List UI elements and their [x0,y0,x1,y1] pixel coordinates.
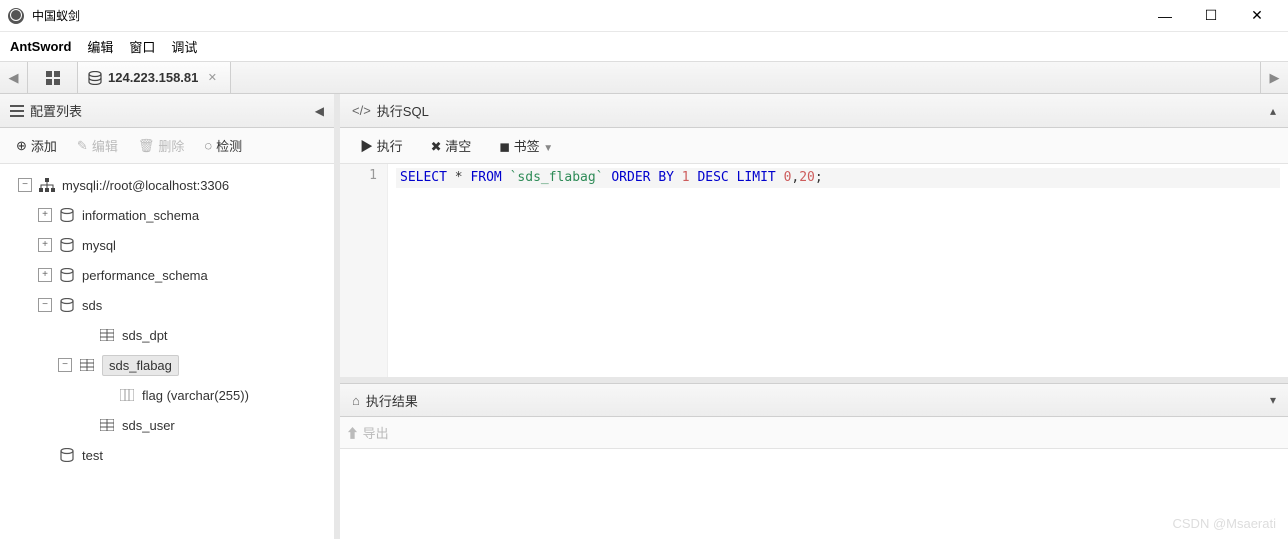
sql-panel-title: 执行SQL [377,101,1264,120]
database-icon [58,208,76,222]
menu-window[interactable]: 窗口 [129,37,155,56]
tree-db[interactable]: − sds [0,290,334,320]
grid-icon [46,71,60,85]
toggle-icon[interactable]: + [38,238,52,252]
toggle-icon[interactable]: − [58,358,72,372]
tree-node-label: mysqli://root@localhost:3306 [62,178,229,193]
tree-node-label: flag (varchar(255)) [142,388,249,403]
detect-button[interactable]: ◌检测 [194,128,252,163]
tree-db[interactable]: + mysql [0,230,334,260]
tree-node-label: sds_flabag [102,355,179,376]
app-icon [8,8,24,24]
titlebar: 中国蚁剑 — ☐ ✕ [0,0,1288,32]
chevron-down-icon: ▼ [543,143,553,154]
tab-label: 124.223.158.81 [108,70,198,85]
tab-nav-left[interactable]: ◀ [0,62,28,93]
bookmark-button[interactable]: ◼ 书签 ▼ [485,136,567,155]
tree-node-label: test [82,448,103,463]
sql-panel-header: </> 执行SQL ▴ [340,94,1288,128]
tree-node-label: performance_schema [82,268,208,283]
spinner-icon: ◌ [204,138,212,153]
table-icon [98,329,116,341]
add-button[interactable]: ⊕添加 [6,128,67,163]
tree-column[interactable]: flag (varchar(255)) [0,380,334,410]
inbox-icon: ⌂ [352,393,360,408]
close-button[interactable]: ✕ [1234,0,1280,32]
result-body [340,449,1288,539]
edit-button[interactable]: ✎编辑 [67,128,128,163]
tree-table[interactable]: sds_dpt [0,320,334,350]
column-icon [118,389,136,401]
tab-close-icon[interactable]: ✕ [204,70,220,86]
list-icon [10,105,24,117]
right-pane: </> 执行SQL ▴ ▶ 执行 ✖ 清空 ◼ 书签 ▼ 1 SELECT * … [340,94,1288,539]
tree-node-label: mysql [82,238,116,253]
clear-button[interactable]: ✖ 清空 [417,136,486,155]
result-panel-title: 执行结果 [366,391,1264,410]
sidebar-toolbar: ⊕添加 ✎编辑 🗑删除 ◌检测 [0,128,334,164]
sitemap-icon [38,178,56,192]
play-icon: ▶ [360,139,373,154]
tab-nav-right[interactable]: ▶ [1260,62,1288,93]
table-icon [78,359,96,371]
toggle-icon[interactable]: − [18,178,32,192]
database-icon [88,71,102,85]
maximize-button[interactable]: ☐ [1188,0,1234,32]
table-icon [98,419,116,431]
database-icon [58,298,76,312]
execute-button[interactable]: ▶ 执行 [346,136,417,155]
code-icon: </> [352,103,371,118]
database-icon [58,268,76,282]
tree-db[interactable]: + performance_schema [0,260,334,290]
tab-grid-button[interactable] [28,62,78,93]
menubar: AntSword 编辑 窗口 调试 [0,32,1288,62]
menu-brand[interactable]: AntSword [10,39,71,54]
menu-debug[interactable]: 调试 [171,37,197,56]
tree-node-label: information_schema [82,208,199,223]
tree-root[interactable]: − mysqli://root@localhost:3306 [0,170,334,200]
database-icon [58,448,76,462]
tree-table[interactable]: sds_user [0,410,334,440]
x-icon: ✖ [431,139,442,154]
sidebar-header: 配置列表 ◀ [0,94,334,128]
export-button[interactable]: ⬆ 导出 [346,423,389,442]
toggle-icon[interactable]: − [38,298,52,312]
tree-node-label: sds_user [122,418,175,433]
delete-button[interactable]: 🗑删除 [128,128,195,163]
sidebar-title: 配置列表 [30,101,82,120]
tree-db[interactable]: + information_schema [0,200,334,230]
tree-node-label: sds [82,298,102,313]
tree-node-label: sds_dpt [122,328,168,343]
chevron-down-icon[interactable]: ▾ [1270,393,1276,407]
editor-gutter: 1 [340,164,388,377]
tabbar: ◀ 124.223.158.81 ✕ ▶ [0,62,1288,94]
plus-circle-icon: ⊕ [16,138,27,154]
editor-code[interactable]: SELECT * FROM `sds_flabag` ORDER BY 1 DE… [388,164,1288,377]
sql-editor[interactable]: 1 SELECT * FROM `sds_flabag` ORDER BY 1 … [340,164,1288,383]
window-title: 中国蚁剑 [32,7,1142,24]
menu-edit[interactable]: 编辑 [87,37,113,56]
collapse-left-icon[interactable]: ◀ [315,104,324,118]
trash-icon: 🗑 [138,138,155,154]
tree-table[interactable]: − sds_flabag [0,350,334,380]
database-icon [58,238,76,252]
sidebar: 配置列表 ◀ ⊕添加 ✎编辑 🗑删除 ◌检测 − mysqli://root@l… [0,94,340,539]
db-tree: − mysqli://root@localhost:3306 + informat… [0,164,334,539]
upload-icon: ⬆ [346,426,359,441]
minimize-button[interactable]: — [1142,0,1188,32]
tab-database[interactable]: 124.223.158.81 ✕ [78,62,231,93]
chevron-up-icon[interactable]: ▴ [1270,104,1276,118]
toggle-icon[interactable]: + [38,208,52,222]
result-toolbar: ⬆ 导出 [340,417,1288,449]
bookmark-icon: ◼ [499,139,510,154]
tree-db[interactable]: test [0,440,334,470]
pencil-icon: ✎ [77,138,88,154]
sql-toolbar: ▶ 执行 ✖ 清空 ◼ 书签 ▼ [340,128,1288,164]
toggle-icon[interactable]: + [38,268,52,282]
result-panel-header: ⌂ 执行结果 ▾ [340,383,1288,417]
